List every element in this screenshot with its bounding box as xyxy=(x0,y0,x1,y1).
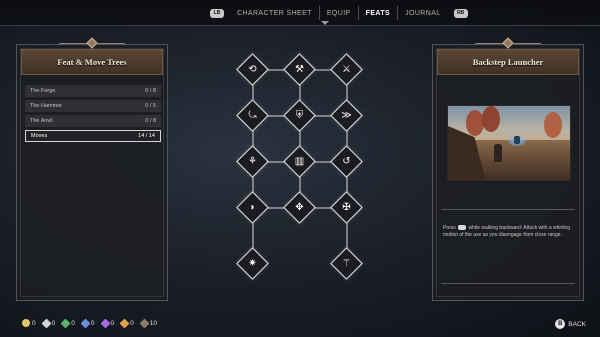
tree-list: The Forge 0 / 8 The Hammer 0 / 5 The Anv… xyxy=(25,85,161,145)
gold-coin-icon xyxy=(22,319,30,327)
currency-item: 0 xyxy=(119,318,134,328)
tree-name: Moves xyxy=(31,133,48,139)
currency-value: 0 xyxy=(90,319,95,327)
divider xyxy=(441,283,575,284)
dash-icon: ≫ xyxy=(341,110,352,121)
tab-journal[interactable]: JOURNAL xyxy=(398,6,447,20)
back-label: BACK xyxy=(568,320,586,328)
b-button-icon: B xyxy=(555,319,566,329)
currency-list: 0 0 0 0 0 0 10 xyxy=(22,318,164,328)
tree-progress: 14 / 14 xyxy=(138,133,155,139)
feat-description: Press while walking backward: Attack wit… xyxy=(443,225,570,238)
controller-button-icon xyxy=(458,225,467,231)
tree-name: The Forge xyxy=(30,88,56,94)
tree-item-moves[interactable]: Moves 14 / 14 xyxy=(25,130,161,142)
shield-icon: ⛨ xyxy=(295,110,304,121)
blue-gem-icon xyxy=(80,318,91,328)
cleave-icon: ⤿ xyxy=(248,110,257,121)
tree-item-the-hammer[interactable]: The Hammer 0 / 5 xyxy=(25,100,161,112)
tree-name: The Anvil xyxy=(30,118,53,124)
backstep-launcher-icon: ↺ xyxy=(342,156,351,167)
right-bumper-icon[interactable]: RB xyxy=(453,8,468,18)
tab-equip[interactable]: EQUIP xyxy=(320,6,359,20)
leap-strike-icon: ⚔ xyxy=(342,64,351,75)
tree-item-the-anvil[interactable]: The Anvil 0 / 8 xyxy=(25,115,161,127)
nav-tabs: LB CHARACTER SHEET EQUIP FEATS JOURNAL R… xyxy=(204,6,474,20)
currency-item: 0 xyxy=(60,318,75,328)
currency-value: 0 xyxy=(32,319,36,327)
currency-value: 0 xyxy=(71,319,75,327)
currency-value: 0 xyxy=(110,319,115,327)
tankard-icon: ▥ xyxy=(294,156,305,167)
panel-title: Feat & Move Trees xyxy=(57,57,127,67)
spiral-strike-icon: ⟲ xyxy=(248,64,257,75)
bottom-bar: 0 0 0 0 0 0 10 B BACK xyxy=(0,312,600,337)
divider xyxy=(441,209,575,210)
ground-pound-icon: ⚘ xyxy=(248,156,257,167)
currency-item: 0 xyxy=(41,318,56,328)
currency-value: 0 xyxy=(130,319,134,327)
tree-progress: 0 / 8 xyxy=(145,88,156,94)
feat-detail-panel: Backstep Launcher Press while walking ba… xyxy=(432,37,584,301)
tree-item-the-forge[interactable]: The Forge 0 / 8 xyxy=(25,85,161,97)
feat-point-icon xyxy=(139,318,150,328)
feat-detail-header: Backstep Launcher xyxy=(437,49,579,75)
tree-progress: 0 / 8 xyxy=(145,118,156,124)
shockwave-icon: ✷ xyxy=(248,258,257,269)
silver-gem-icon xyxy=(41,318,52,328)
currency-item: 0 xyxy=(80,318,95,328)
tab-character-sheet[interactable]: CHARACTER SHEET xyxy=(230,6,320,20)
charge-icon: ◗ xyxy=(249,202,256,213)
feat-preview-image xyxy=(447,105,571,181)
currency-value: 10 xyxy=(149,319,157,327)
feat-title: Backstep Launcher xyxy=(472,57,544,67)
back-button[interactable]: B BACK xyxy=(555,319,586,329)
left-bumper-icon[interactable]: LB xyxy=(210,8,224,18)
purple-gem-icon xyxy=(100,318,110,328)
feat-trees-header: Feat & Move Trees xyxy=(21,49,163,75)
currency-item: 0 xyxy=(22,319,36,327)
amber-gem-icon xyxy=(119,318,130,328)
currency-item: 10 xyxy=(139,318,157,328)
tab-feats[interactable]: FEATS xyxy=(359,6,399,20)
slam-icon: ⚚ xyxy=(342,258,351,269)
skill-grid: ⟲ ⚒ ⚔ ⤿ ⛨ ≫ ⚘ ▥ ↺ ◗ ✥ ✠ ✷ ⚚ xyxy=(220,50,380,280)
swing-axe-icon: ⚒ xyxy=(295,64,304,75)
rage-icon: ✠ xyxy=(342,202,351,213)
tree-progress: 0 / 5 xyxy=(145,103,156,109)
green-gem-icon xyxy=(60,318,71,328)
feat-trees-panel: Feat & Move Trees The Forge 0 / 8 The Ha… xyxy=(16,37,168,301)
currency-value: 0 xyxy=(51,319,56,327)
tree-name: The Hammer xyxy=(30,103,63,109)
active-tab-caret-icon xyxy=(321,21,329,25)
currency-item: 0 xyxy=(100,318,115,328)
top-nav: LB CHARACTER SHEET EQUIP FEATS JOURNAL R… xyxy=(0,0,600,26)
whirlwind-icon: ✥ xyxy=(295,202,304,213)
